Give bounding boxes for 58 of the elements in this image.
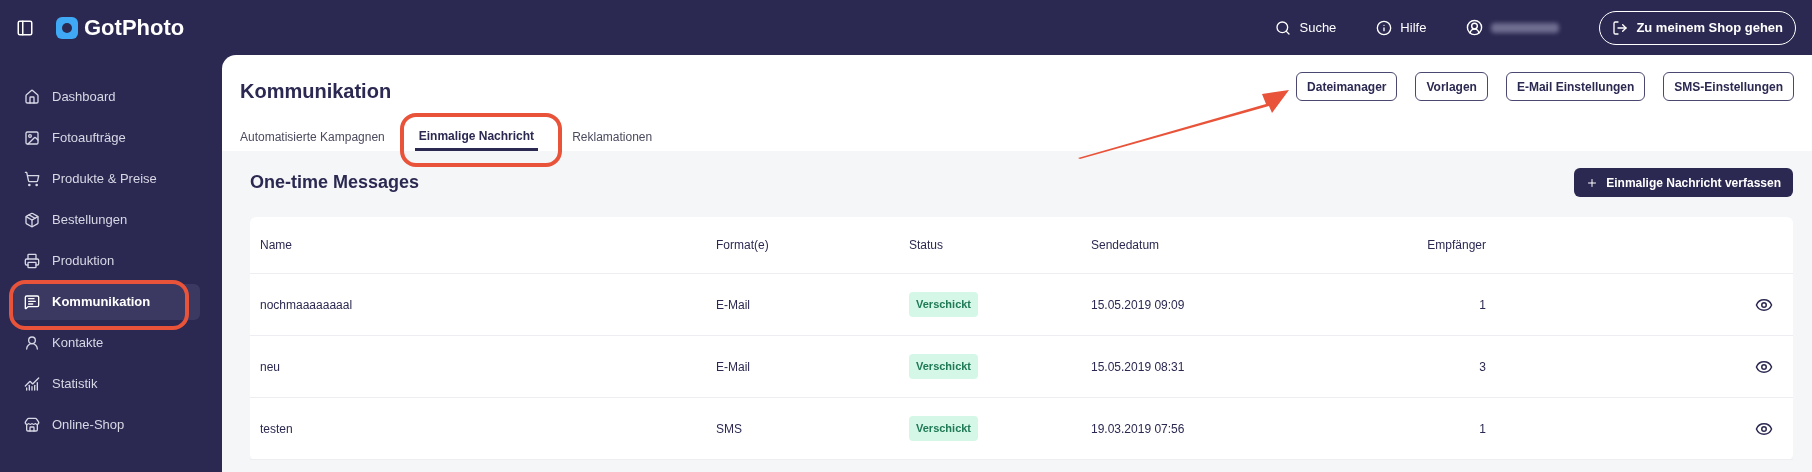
status-badge: Verschickt	[909, 354, 979, 379]
store-icon	[24, 417, 40, 433]
message-icon	[24, 294, 40, 310]
image-icon	[24, 130, 40, 146]
table-cell-text: SMS	[716, 420, 743, 438]
sidebar-item[interactable]: Statistik	[10, 366, 200, 402]
sidebar-item[interactable]: Produktion	[10, 243, 200, 279]
logo-icon	[54, 14, 80, 41]
sidebar-toggle-icon[interactable]	[16, 18, 34, 37]
compose-button[interactable]: Einmalige Nachricht verfassen	[1574, 168, 1793, 197]
blurred-username	[1491, 22, 1560, 33]
table-cell-text: 19.03.2019 07:56	[1091, 420, 1186, 438]
table-cell-text: 15.05.2019 08:31	[1091, 358, 1186, 376]
exit-icon	[1612, 19, 1629, 36]
printer-icon	[24, 253, 40, 269]
table-cell-text: E-Mail	[716, 358, 751, 376]
table-cell-text: testen	[260, 420, 294, 438]
header-action-button[interactable]: E-Mail Einstellungen	[1505, 72, 1646, 101]
cart-icon	[24, 171, 40, 187]
user-icon[interactable]	[1466, 19, 1484, 36]
header-action-button[interactable]: SMS-Einstellungen	[1663, 72, 1794, 101]
table-cell-text: E-Mail	[716, 296, 751, 314]
column-header: Empfänger	[1427, 237, 1486, 254]
page-title: Kommunikation	[240, 79, 392, 104]
sidebar-item[interactable]: Dashboard	[10, 79, 200, 115]
help-link[interactable]: Hilfe	[1376, 17, 1427, 38]
table-cell-text: 1	[1479, 296, 1486, 314]
column-header: Format(e)	[716, 237, 770, 254]
header-action-button[interactable]: Dateimanager	[1296, 72, 1398, 101]
chart-icon	[24, 376, 40, 392]
user-icon	[24, 335, 40, 351]
plus-icon	[1586, 176, 1599, 189]
column-header: Name	[260, 237, 293, 254]
sidebar-item[interactable]: Kommunikation	[10, 284, 200, 320]
table-cell-text: nochmaaaaaaaal	[260, 296, 354, 314]
tab[interactable]: Reklamationen	[568, 123, 657, 151]
status-badge: Verschickt	[909, 416, 979, 441]
column-header: Status	[909, 237, 945, 254]
sidebar-item[interactable]: Fotoaufträge	[10, 120, 200, 156]
sidebar-item[interactable]: Online-Shop	[10, 407, 200, 443]
header-action-button[interactable]: Vorlagen	[1415, 72, 1488, 101]
search-link[interactable]: Suche	[1275, 17, 1337, 38]
table-cell-text: neu	[260, 358, 282, 376]
table-cell-text: 3	[1479, 358, 1486, 376]
table-cell-text: 15.05.2019 09:09	[1091, 296, 1186, 314]
table-cell-text: 1	[1479, 420, 1486, 438]
house-icon	[24, 89, 40, 105]
status-badge: Verschickt	[909, 292, 979, 317]
brand-name: GotPhoto	[84, 14, 185, 42]
sidebar-item[interactable]: Produkte & Preise	[10, 161, 200, 197]
sidebar-item[interactable]: Kontakte	[10, 325, 200, 361]
box-icon	[24, 212, 40, 228]
column-header: Sendedatum	[1091, 237, 1161, 254]
sidebar-item[interactable]: Bestellungen	[10, 202, 200, 238]
search-icon	[1275, 19, 1292, 36]
info-icon	[1376, 19, 1393, 36]
section-title: One-time Messages	[250, 171, 420, 194]
tab[interactable]: Automatisierte Kampagnen	[240, 123, 385, 151]
